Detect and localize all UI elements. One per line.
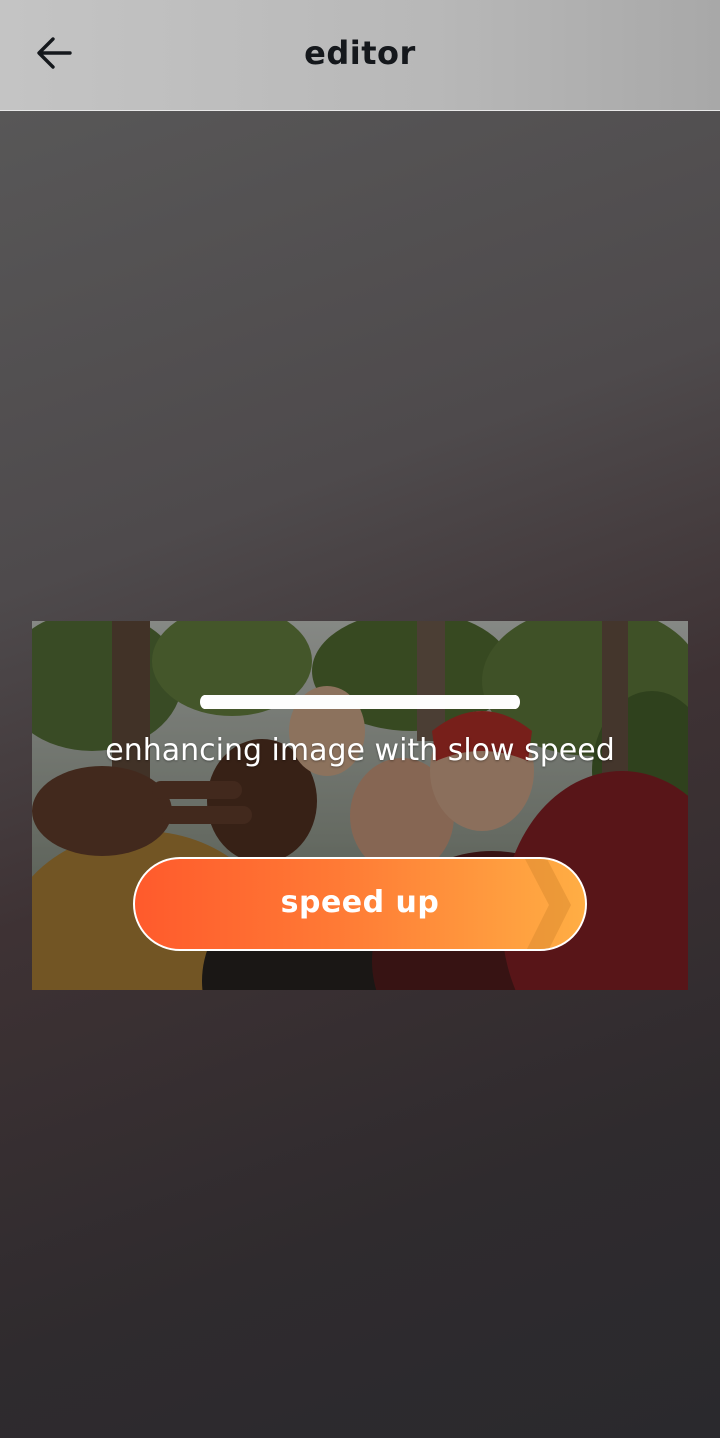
page-title: editor: [304, 34, 416, 72]
progress-end-dot: [510, 695, 520, 709]
app-bar: editor: [0, 0, 720, 111]
enhance-progress-bar: [200, 695, 520, 709]
photo-preview: enhancing image with slow speed speed up: [32, 621, 688, 990]
progress-start-dot: [200, 695, 210, 709]
editor-screen: editor enhancing image with slow speed s…: [0, 0, 720, 1438]
speed-up-label: speed up: [280, 885, 440, 920]
progress-fill: [204, 695, 516, 709]
speed-up-button[interactable]: speed up: [133, 857, 587, 951]
enhance-status-text: enhancing image with slow speed: [105, 733, 615, 768]
